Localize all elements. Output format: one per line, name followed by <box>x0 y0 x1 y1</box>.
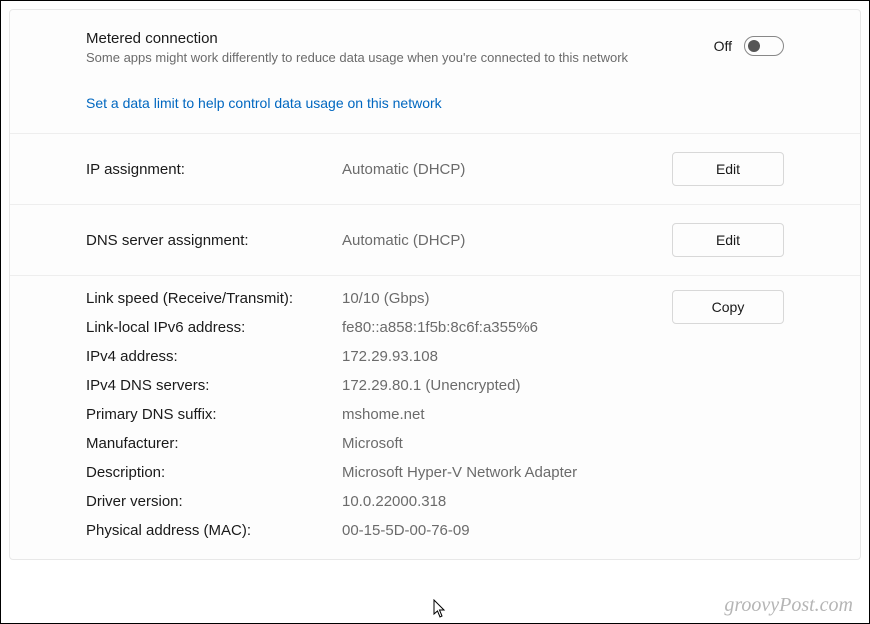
detail-value: 172.29.80.1 (Unencrypted) <box>342 377 784 394</box>
ip-assignment-value: Automatic (DHCP) <box>342 161 672 178</box>
metered-subtitle: Some apps might work differently to redu… <box>86 49 674 67</box>
network-details-section: Copy Link speed (Receive/Transmit):10/10… <box>10 276 860 559</box>
detail-label: Link-local IPv6 address: <box>86 319 342 336</box>
metered-toggle[interactable] <box>744 36 784 56</box>
detail-value: 10.0.22000.318 <box>342 493 784 510</box>
metered-title: Metered connection <box>86 30 674 47</box>
network-settings-card: Metered connection Some apps might work … <box>9 9 861 560</box>
detail-label: Description: <box>86 464 342 481</box>
cursor-icon <box>433 599 447 619</box>
toggle-knob-icon <box>748 40 760 52</box>
ip-assignment-label: IP assignment: <box>86 161 342 178</box>
dns-assignment-value: Automatic (DHCP) <box>342 232 672 249</box>
ip-assignment-edit-button[interactable]: Edit <box>672 152 784 186</box>
dns-assignment-row: DNS server assignment: Automatic (DHCP) … <box>10 205 860 276</box>
detail-label: Manufacturer: <box>86 435 342 452</box>
detail-value: Microsoft <box>342 435 784 452</box>
detail-label: Primary DNS suffix: <box>86 406 342 423</box>
detail-value: mshome.net <box>342 406 784 423</box>
network-details-grid: Link speed (Receive/Transmit):10/10 (Gbp… <box>86 290 784 539</box>
copy-button[interactable]: Copy <box>672 290 784 324</box>
detail-value: 00-15-5D-00-76-09 <box>342 522 784 539</box>
metered-connection-section: Metered connection Some apps might work … <box>10 10 860 134</box>
metered-toggle-label: Off <box>714 38 732 54</box>
metered-toggle-group: Off <box>714 30 784 56</box>
detail-value: Microsoft Hyper-V Network Adapter <box>342 464 784 481</box>
detail-value: 172.29.93.108 <box>342 348 784 365</box>
data-limit-link[interactable]: Set a data limit to help control data us… <box>86 95 442 111</box>
detail-label: Driver version: <box>86 493 342 510</box>
dns-assignment-edit-button[interactable]: Edit <box>672 223 784 257</box>
ip-assignment-row: IP assignment: Automatic (DHCP) Edit <box>10 134 860 205</box>
detail-label: Link speed (Receive/Transmit): <box>86 290 342 307</box>
detail-label: Physical address (MAC): <box>86 522 342 539</box>
detail-label: IPv4 DNS servers: <box>86 377 342 394</box>
watermark-text: groovyPost.com <box>724 594 853 617</box>
detail-label: IPv4 address: <box>86 348 342 365</box>
dns-assignment-label: DNS server assignment: <box>86 232 342 249</box>
